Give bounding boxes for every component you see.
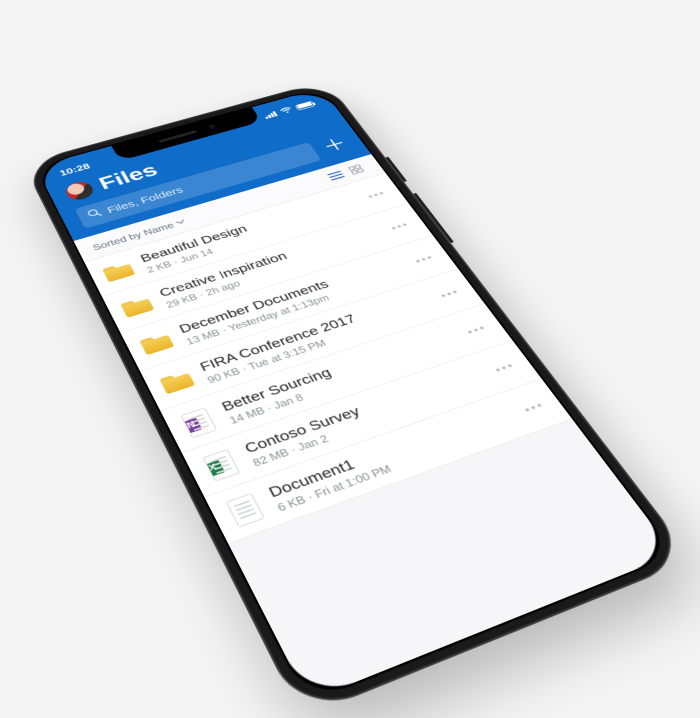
more-button[interactable]: ••• [520,396,550,415]
battery-icon [295,101,315,111]
file-icon [225,493,264,528]
phone-camera [208,124,217,130]
screen: 10:28 Files [36,88,675,701]
more-button[interactable]: ••• [388,218,414,233]
onenote-file-icon [180,407,217,438]
phone-device: 10:28 Files [23,80,694,718]
grid-icon [347,164,365,177]
chevron-down-icon [174,217,187,228]
more-button[interactable]: ••• [437,284,465,300]
add-button[interactable]: ＋ [319,135,351,155]
phone-speaker [158,130,197,143]
folder-icon [139,332,174,355]
folder-icon [120,296,154,318]
more-button[interactable]: ••• [464,320,492,337]
avatar[interactable] [63,179,96,202]
signal-icon [263,111,278,119]
wifi-icon [278,105,295,116]
folder-icon [159,370,195,394]
more-button[interactable]: ••• [491,357,520,375]
excel-file-icon [202,449,240,482]
search-icon [85,207,104,222]
list-icon [326,170,346,183]
folder-icon [102,261,135,282]
more-button[interactable]: ••• [412,250,439,266]
more-button[interactable]: ••• [365,186,391,200]
